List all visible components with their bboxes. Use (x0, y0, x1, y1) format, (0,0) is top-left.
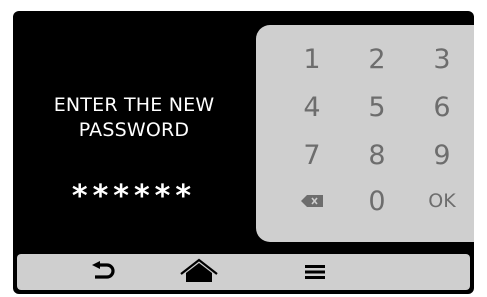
menu-icon (305, 265, 325, 279)
home-icon (180, 258, 218, 282)
key-3[interactable]: 3 (414, 37, 470, 81)
device-screen: ENTER THE NEW PASSWORD ****** 1 2 3 4 5 … (0, 0, 487, 297)
key-6[interactable]: 6 (414, 85, 470, 129)
backspace-key[interactable] (284, 179, 340, 223)
backspace-icon (301, 195, 323, 207)
key-7[interactable]: 7 (284, 133, 340, 177)
home-button[interactable] (169, 254, 229, 290)
key-9[interactable]: 9 (414, 133, 470, 177)
password-field: ****** (71, 179, 197, 214)
back-arrow-icon (92, 261, 115, 279)
password-prompt: ENTER THE NEW PASSWORD (13, 93, 255, 143)
ok-button[interactable]: OK (414, 179, 470, 223)
key-2[interactable]: 2 (349, 37, 405, 81)
back-button[interactable] (73, 254, 133, 290)
prompt-line-2: PASSWORD (78, 119, 190, 141)
menu-button[interactable] (285, 254, 345, 290)
key-0[interactable]: 0 (349, 179, 405, 223)
display-area: ENTER THE NEW PASSWORD ****** 1 2 3 4 5 … (13, 11, 474, 294)
bottom-nav-bar (17, 254, 470, 290)
key-1[interactable]: 1 (284, 37, 340, 81)
numeric-keypad: 1 2 3 4 5 6 7 8 9 0 OK (256, 25, 474, 242)
key-4[interactable]: 4 (284, 85, 340, 129)
key-8[interactable]: 8 (349, 133, 405, 177)
key-5[interactable]: 5 (349, 85, 405, 129)
prompt-line-1: ENTER THE NEW (53, 94, 215, 116)
